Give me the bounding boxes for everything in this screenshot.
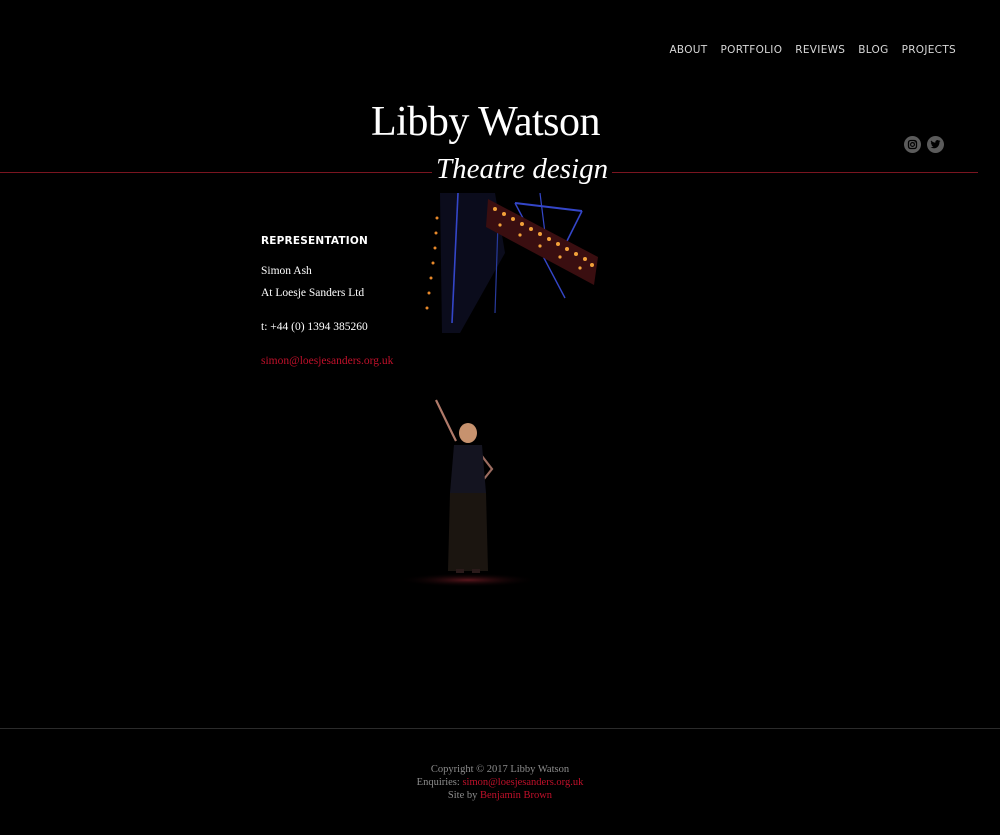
- nav-about[interactable]: ABOUT: [669, 44, 707, 56]
- footer-enquiries-email-link[interactable]: simon@loesjesanders.org.uk: [462, 777, 583, 788]
- agent-phone: t: +44 (0) 1394 385260: [261, 321, 368, 333]
- agency-name: At Loesje Sanders Ltd: [261, 287, 365, 299]
- site-tagline: Theatre design: [432, 153, 613, 186]
- nav-portfolio[interactable]: PORTFOLIO: [721, 44, 783, 56]
- hero-stage-photo: [400, 193, 600, 593]
- social-links: [904, 136, 944, 153]
- representation-block: REPRESENTATION Simon Ash At Loesje Sande…: [261, 235, 393, 377]
- footer-copyright: Copyright © 2017 Libby Watson: [430, 764, 570, 775]
- agent-email-link[interactable]: simon@loesjesanders.org.uk: [261, 355, 393, 367]
- main-nav: ABOUT PORTFOLIO REVIEWS BLOG PROJECTS: [669, 44, 956, 56]
- instagram-icon[interactable]: [904, 136, 921, 153]
- footer-divider: [0, 728, 1000, 729]
- site-title[interactable]: Libby Watson: [371, 98, 601, 146]
- nav-projects[interactable]: PROJECTS: [902, 44, 956, 56]
- footer-site-by-label: Site by: [447, 790, 481, 801]
- twitter-icon[interactable]: [927, 136, 944, 153]
- nav-blog[interactable]: BLOG: [858, 44, 888, 56]
- footer-designer-link[interactable]: Benjamin Brown: [480, 790, 552, 801]
- footer-enquiries: Enquiries: simon@loesjesanders.org.uk: [0, 776, 1000, 789]
- site-footer: Copyright © 2017 Libby Watson Enquiries:…: [0, 763, 1000, 802]
- nav-reviews[interactable]: REVIEWS: [795, 44, 845, 56]
- footer-enquiries-label: Enquiries:: [416, 777, 463, 788]
- agent-name: Simon Ash: [261, 265, 312, 277]
- footer-credit: Site by Benjamin Brown: [0, 789, 1000, 802]
- representation-heading: REPRESENTATION: [261, 235, 368, 247]
